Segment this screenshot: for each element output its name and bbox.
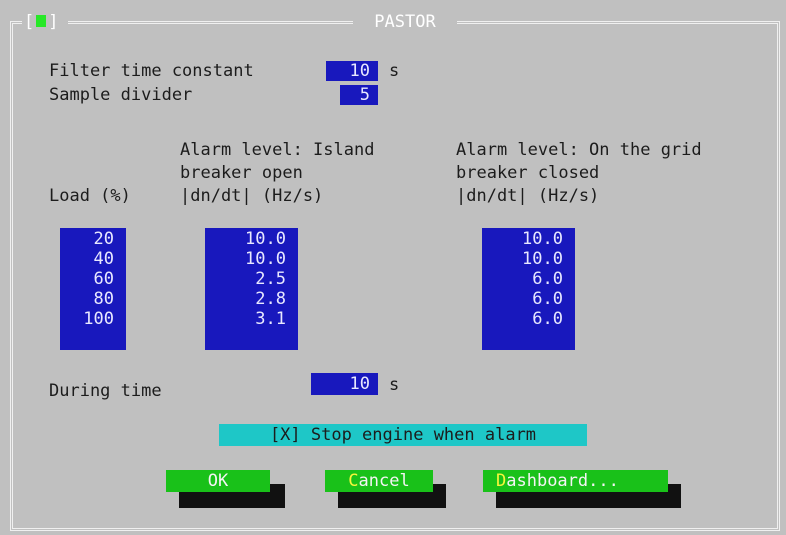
load-cell[interactable]: 100 (60, 309, 126, 329)
island-alarm-cell[interactable]: 2.5 (205, 269, 298, 289)
close-bracket-close: ] (48, 12, 59, 32)
during-time-label: During time (49, 381, 162, 401)
close-bracket-open: [ (24, 12, 35, 32)
load-cell[interactable]: 80 (60, 289, 126, 309)
dashboard-hotkey: D (496, 471, 507, 491)
load-cell[interactable]: 40 (60, 249, 126, 269)
close-button[interactable]: [] (24, 10, 64, 34)
cancel-hotkey: C (348, 471, 359, 491)
during-time-unit: s (389, 375, 400, 395)
ok-button[interactable]: OK (166, 470, 270, 492)
load-header: Load (%) (49, 186, 131, 206)
sample-divider-label: Sample divider (49, 85, 193, 105)
close-icon[interactable] (36, 14, 47, 27)
island-alarm-cell[interactable]: 10.0 (205, 229, 298, 249)
load-cell[interactable]: 20 (60, 229, 126, 249)
filter-time-label: Filter time constant (49, 61, 254, 81)
grid-alarm-cell[interactable]: 6.0 (482, 289, 575, 309)
cancel-label: ancel (358, 471, 410, 491)
grid-alarm-cell[interactable]: 6.0 (482, 309, 575, 329)
load-column: 20 40 60 80 100 (60, 228, 126, 350)
grid-header-line1: Alarm level: On the grid (456, 140, 702, 160)
grid-header-line2: breaker closed (456, 163, 600, 183)
island-header-line1: Alarm level: Island (180, 140, 375, 160)
grid-alarm-cell[interactable]: 10.0 (482, 249, 575, 269)
island-alarm-cell[interactable]: 3.1 (205, 309, 298, 329)
island-header-line2: breaker open (180, 163, 303, 183)
sample-divider-input[interactable]: 5 (340, 85, 378, 105)
dashboard-button[interactable]: Dashboard... (483, 470, 668, 492)
grid-alarm-cell[interactable]: 6.0 (482, 269, 575, 289)
stop-engine-checkbox[interactable]: [X] Stop engine when alarm (219, 424, 587, 446)
filter-time-unit: s (389, 61, 400, 81)
cancel-button[interactable]: Cancel (325, 470, 433, 492)
filter-time-input[interactable]: 10 (326, 61, 378, 81)
island-header-line3: |dn/dt| (Hz/s) (180, 186, 324, 206)
during-time-input[interactable]: 10 (311, 373, 378, 395)
load-cell[interactable]: 60 (60, 269, 126, 289)
island-alarm-cell[interactable]: 2.8 (205, 289, 298, 309)
grid-alarm-cell[interactable]: 10.0 (482, 229, 575, 249)
island-alarm-cell[interactable]: 10.0 (205, 249, 298, 269)
dashboard-label: ashboard... (506, 471, 619, 491)
dialog-screen: [] PASTOR Filter time constant 10 s Samp… (0, 0, 786, 535)
grid-alarm-column: 10.0 10.0 6.0 6.0 6.0 (482, 228, 575, 350)
grid-header-line3: |dn/dt| (Hz/s) (456, 186, 600, 206)
window-title: PASTOR (374, 12, 436, 32)
island-alarm-column: 10.0 10.0 2.5 2.8 3.1 (205, 228, 298, 350)
